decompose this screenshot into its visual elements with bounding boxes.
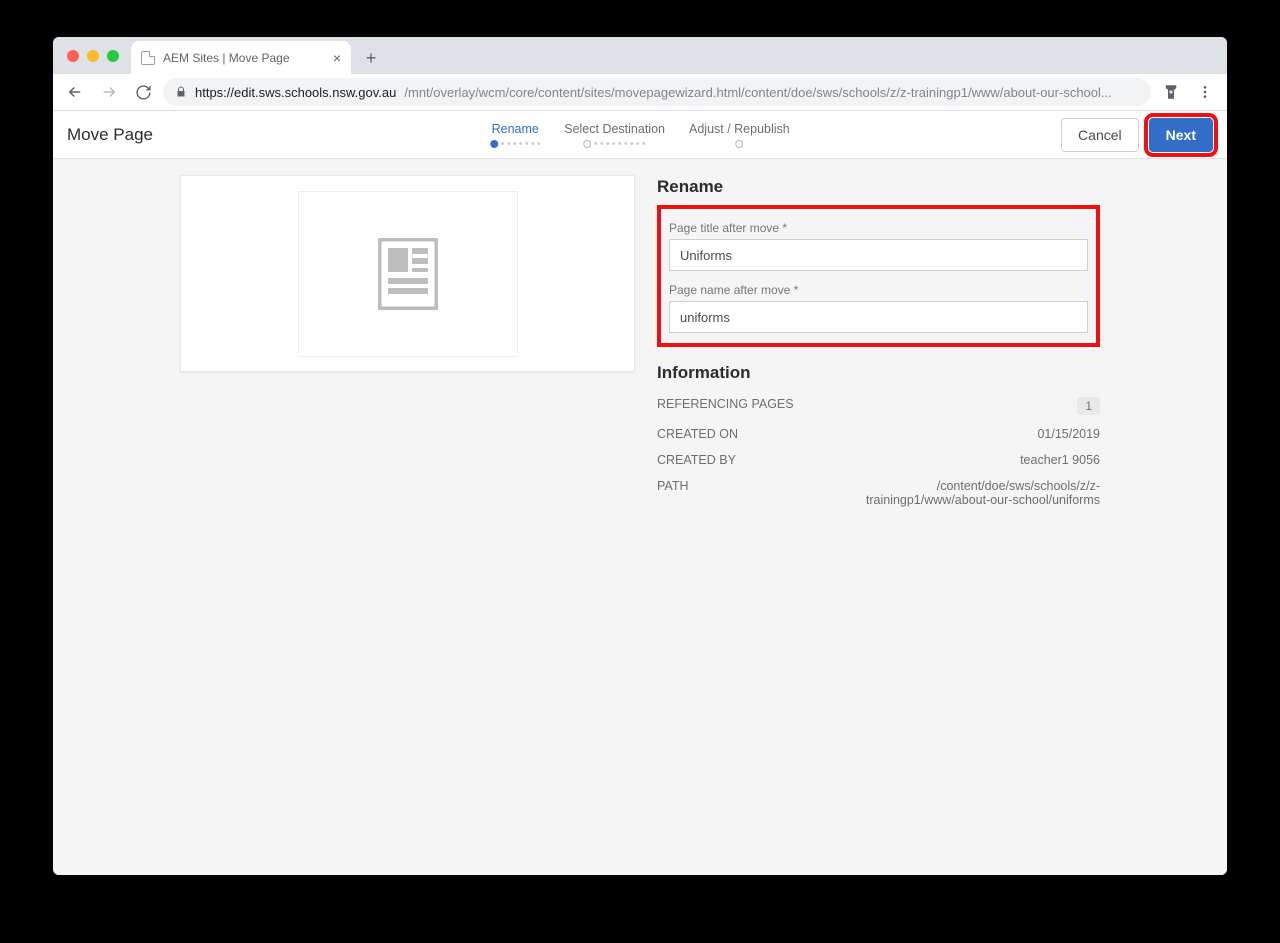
browser-tab-strip: AEM Sites | Move Page × +	[53, 37, 1227, 74]
back-button[interactable]	[61, 78, 89, 106]
window-controls	[61, 37, 127, 74]
minimize-window-icon[interactable]	[87, 50, 99, 62]
wizard-step-label: Select Destination	[564, 122, 665, 139]
info-row-created-by: CREATED BY teacher1 9056	[657, 447, 1100, 473]
new-tab-button[interactable]: +	[357, 44, 385, 72]
wizard-step-rename[interactable]: Rename	[490, 122, 540, 148]
close-tab-icon[interactable]: ×	[333, 50, 341, 66]
page-placeholder-icon	[378, 238, 438, 310]
rename-heading: Rename	[657, 177, 1100, 197]
url-host: https://edit.sws.schools.nsw.gov.au	[195, 85, 396, 100]
cancel-button[interactable]: Cancel	[1061, 118, 1139, 152]
page-icon	[141, 51, 155, 65]
arrow-right-icon	[100, 83, 118, 101]
arrow-left-icon	[66, 83, 84, 101]
close-window-icon[interactable]	[67, 50, 79, 62]
info-value: teacher1 9056	[1020, 453, 1100, 467]
wizard-progress: Rename Select Destination Adjust / Repub…	[490, 122, 790, 148]
wizard-step-label: Rename	[490, 122, 540, 139]
forward-button[interactable]	[95, 78, 123, 106]
address-bar[interactable]: https://edit.sws.schools.nsw.gov.au/mnt/…	[163, 78, 1151, 106]
info-value: /content/doe/sws/schools/z/z-trainingp1/…	[840, 479, 1100, 507]
page-thumbnail-card	[180, 175, 635, 372]
page-name-label: Page name after move *	[669, 283, 1088, 297]
info-value: 01/15/2019	[1037, 427, 1100, 441]
wizard-content: Rename Page title after move * Page name…	[53, 159, 1227, 875]
page-title-input[interactable]	[669, 239, 1088, 271]
info-label: PATH	[657, 479, 688, 493]
information-list: REFERENCING PAGES 1 CREATED ON 01/15/201…	[657, 391, 1100, 513]
profile-extension-icon[interactable]	[1157, 78, 1185, 106]
lock-icon	[175, 86, 187, 98]
reload-icon	[135, 84, 152, 101]
app-header: Move Page Rename Select Destination Adju…	[53, 111, 1227, 159]
information-heading: Information	[657, 363, 1100, 383]
browser-window: AEM Sites | Move Page × + https://edit.s…	[53, 37, 1227, 875]
info-row-created-on: CREATED ON 01/15/2019	[657, 421, 1100, 447]
browser-tab[interactable]: AEM Sites | Move Page ×	[131, 41, 351, 74]
rename-form-highlight: Page title after move * Page name after …	[657, 205, 1100, 347]
browser-toolbar: https://edit.sws.schools.nsw.gov.au/mnt/…	[53, 74, 1227, 111]
referencing-pages-badge: 1	[1077, 397, 1100, 415]
next-button[interactable]: Next	[1149, 118, 1213, 152]
wizard-step-label: Adjust / Republish	[689, 122, 790, 139]
reload-button[interactable]	[129, 78, 157, 106]
info-row-path: PATH /content/doe/sws/schools/z/z-traini…	[657, 473, 1100, 513]
browser-menu-button[interactable]	[1191, 78, 1219, 106]
wizard-step-adjust[interactable]: Adjust / Republish	[689, 122, 790, 148]
kebab-icon	[1197, 84, 1213, 100]
info-label: CREATED ON	[657, 427, 738, 441]
info-label: REFERENCING PAGES	[657, 397, 794, 411]
info-row-referencing-pages: REFERENCING PAGES 1	[657, 391, 1100, 421]
page-title-label: Page title after move *	[669, 221, 1088, 235]
page-name-input[interactable]	[669, 301, 1088, 333]
url-path: /mnt/overlay/wcm/core/content/sites/move…	[404, 85, 1111, 100]
wizard-step-destination[interactable]: Select Destination	[564, 122, 665, 148]
page-thumbnail	[298, 191, 518, 357]
browser-tab-title: AEM Sites | Move Page	[163, 51, 290, 65]
page-title: Move Page	[67, 125, 153, 145]
maximize-window-icon[interactable]	[107, 50, 119, 62]
info-label: CREATED BY	[657, 453, 736, 467]
